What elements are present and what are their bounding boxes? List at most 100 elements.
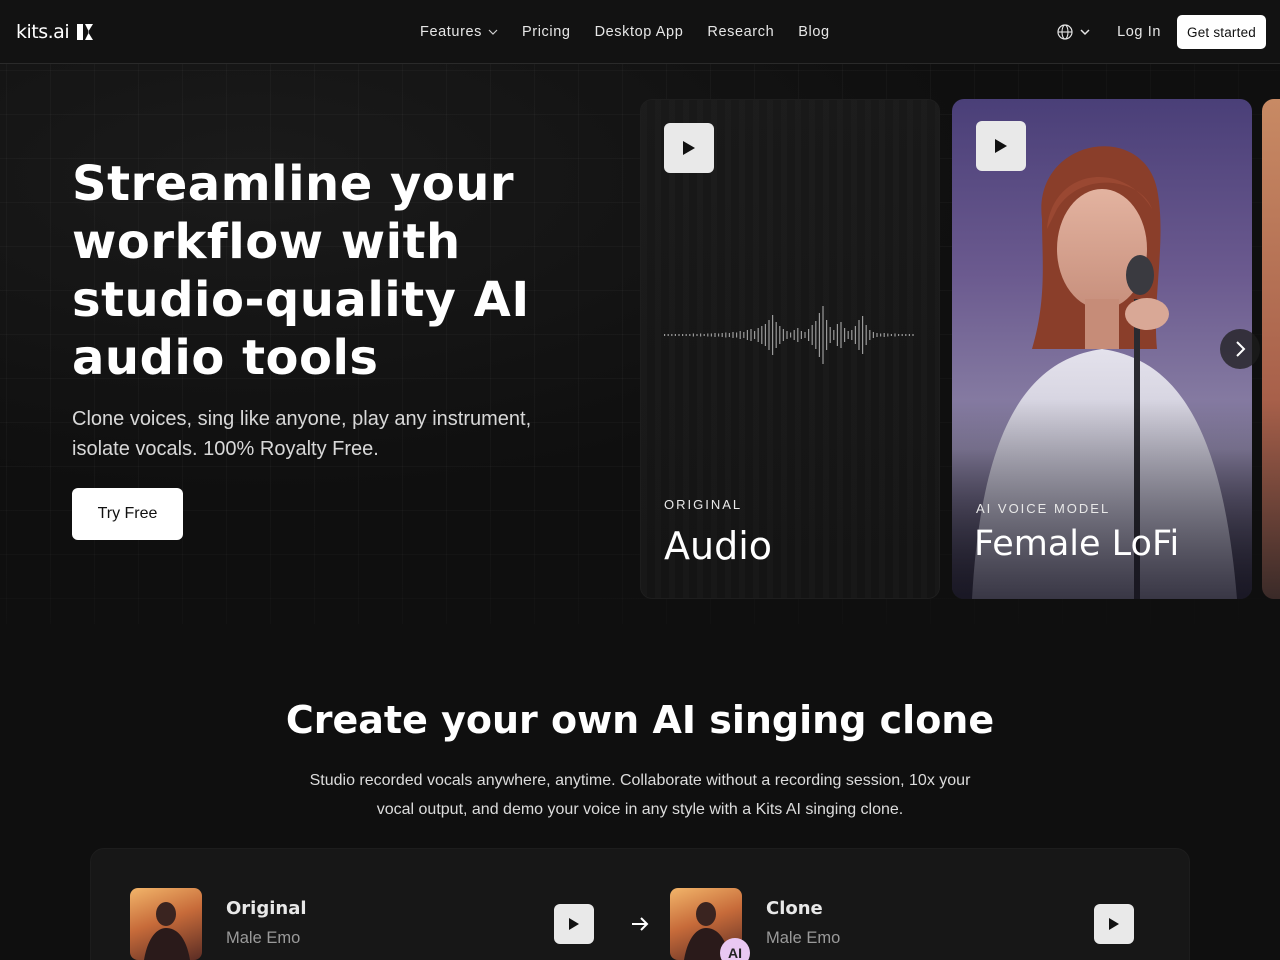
waveform-bar [865, 325, 867, 345]
play-icon [995, 139, 1007, 153]
clone-subtitle: Male Emo [766, 929, 841, 947]
original-play-button[interactable] [554, 904, 594, 944]
logo-mark-icon [77, 24, 94, 40]
waveform-bar [725, 332, 727, 338]
nav-link-research[interactable]: Research [707, 24, 774, 40]
waveform-bar [890, 334, 892, 336]
waveform-bar [800, 331, 802, 339]
waveform-bar [703, 334, 705, 336]
hero-subtitle: Clone voices, sing like anyone, play any… [72, 408, 532, 460]
waveform-bar [721, 333, 723, 337]
waveform-bar [786, 331, 788, 339]
nav-link-blog[interactable]: Blog [798, 24, 829, 40]
waveform-bar [664, 334, 666, 336]
waveform-bar [887, 333, 889, 337]
waveform-bar [898, 334, 900, 336]
waveform-bar [876, 333, 878, 337]
card-label: ORIGINAL [664, 497, 743, 512]
waveform-bar [797, 328, 799, 342]
card-next-peek[interactable] [1262, 99, 1280, 599]
nav-right: Log In Get started [1057, 15, 1266, 49]
waveform-bar [854, 326, 856, 344]
waveform-bar [880, 333, 882, 337]
waveform-bar [718, 333, 720, 337]
play-icon [1109, 918, 1119, 930]
carousel-next-button[interactable] [1220, 329, 1260, 369]
waveform-bar [840, 322, 842, 348]
nav-link-desktop-app[interactable]: Desktop App [595, 24, 684, 40]
waveform-bar [754, 331, 756, 339]
waveform-bar [728, 333, 730, 337]
waveform-bar [836, 324, 838, 346]
clone-play-button[interactable] [1094, 904, 1134, 944]
waveform-bar [804, 332, 806, 338]
top-nav: kits.ai Features Pricing Desktop App Res… [0, 0, 1280, 64]
waveform-bar [768, 320, 770, 350]
play-icon [569, 918, 579, 930]
waveform-bar [847, 331, 849, 339]
waveform-bar [710, 333, 712, 337]
card-female-lofi[interactable]: AI VOICE MODEL Female LoFi [952, 99, 1252, 599]
waveform-bar [746, 330, 748, 340]
play-button[interactable] [664, 123, 714, 173]
waveform-bar [772, 315, 774, 355]
waveform-bar [818, 313, 820, 357]
play-icon [683, 141, 695, 155]
section-title: Create your own AI singing clone [285, 698, 995, 742]
waveform-bar [739, 331, 741, 339]
waveform-bar [822, 306, 824, 364]
nav-link-pricing[interactable]: Pricing [522, 24, 571, 40]
ai-badge: AI [720, 938, 750, 960]
waveform-bar [674, 334, 676, 336]
arrow-right-icon [632, 917, 649, 931]
waveform-bar [689, 334, 691, 336]
chevron-down-icon [488, 29, 498, 35]
play-button[interactable] [976, 121, 1026, 171]
try-free-button[interactable]: Try Free [72, 488, 183, 540]
clone-title: Clone [766, 898, 823, 919]
get-started-button[interactable]: Get started [1177, 15, 1266, 49]
waveform-bar [833, 330, 835, 340]
waveform-bar [700, 333, 702, 337]
logo-text: kits.ai [16, 21, 70, 43]
waveform-bar [808, 329, 810, 341]
waveform-bar [667, 334, 669, 336]
nav-link-features[interactable]: Features [420, 24, 498, 40]
kits-logo[interactable]: kits.ai [16, 20, 94, 44]
waveform-bar [732, 332, 734, 338]
waveform-bar [782, 329, 784, 341]
waveform-bar [707, 333, 709, 337]
section-subtitle: Studio recorded vocals anywhere, anytime… [309, 772, 971, 818]
waveform-bar [912, 334, 914, 336]
singer-thumbnail-image [144, 902, 190, 960]
waveform-bar [844, 328, 846, 342]
waveform-bar [826, 320, 828, 350]
waveform-bar [811, 325, 813, 345]
waveform-bar [862, 316, 864, 354]
waveform-bar [736, 332, 738, 338]
language-selector[interactable] [1057, 24, 1091, 40]
waveform-bar [682, 334, 684, 336]
login-link[interactable]: Log In [1117, 24, 1161, 40]
chevron-down-icon [1080, 29, 1090, 36]
original-subtitle: Male Emo [226, 929, 301, 947]
waveform-bar [872, 332, 874, 338]
waveform-bar [696, 334, 698, 336]
globe-icon [1057, 24, 1073, 40]
hero-title: Streamline your workflow with studio-qua… [72, 156, 530, 386]
waveform-bar [779, 326, 781, 344]
waveform-bar [829, 327, 831, 343]
waveform-bar [714, 333, 716, 337]
nav-links: Features Pricing Desktop App Research Bl… [420, 20, 830, 44]
waveform-bar [750, 329, 752, 341]
chevron-right-icon [1236, 341, 1246, 357]
waveform-bar [761, 326, 763, 344]
waveform-bar [692, 333, 694, 337]
waveform-bar [743, 332, 745, 338]
waveform-bar [757, 328, 759, 342]
waveform-bar [869, 330, 871, 340]
waveform-bar [908, 334, 910, 336]
card-name: Female LoFi [974, 524, 1180, 564]
waveform-bar [883, 333, 885, 337]
original-title: Original [226, 898, 307, 919]
